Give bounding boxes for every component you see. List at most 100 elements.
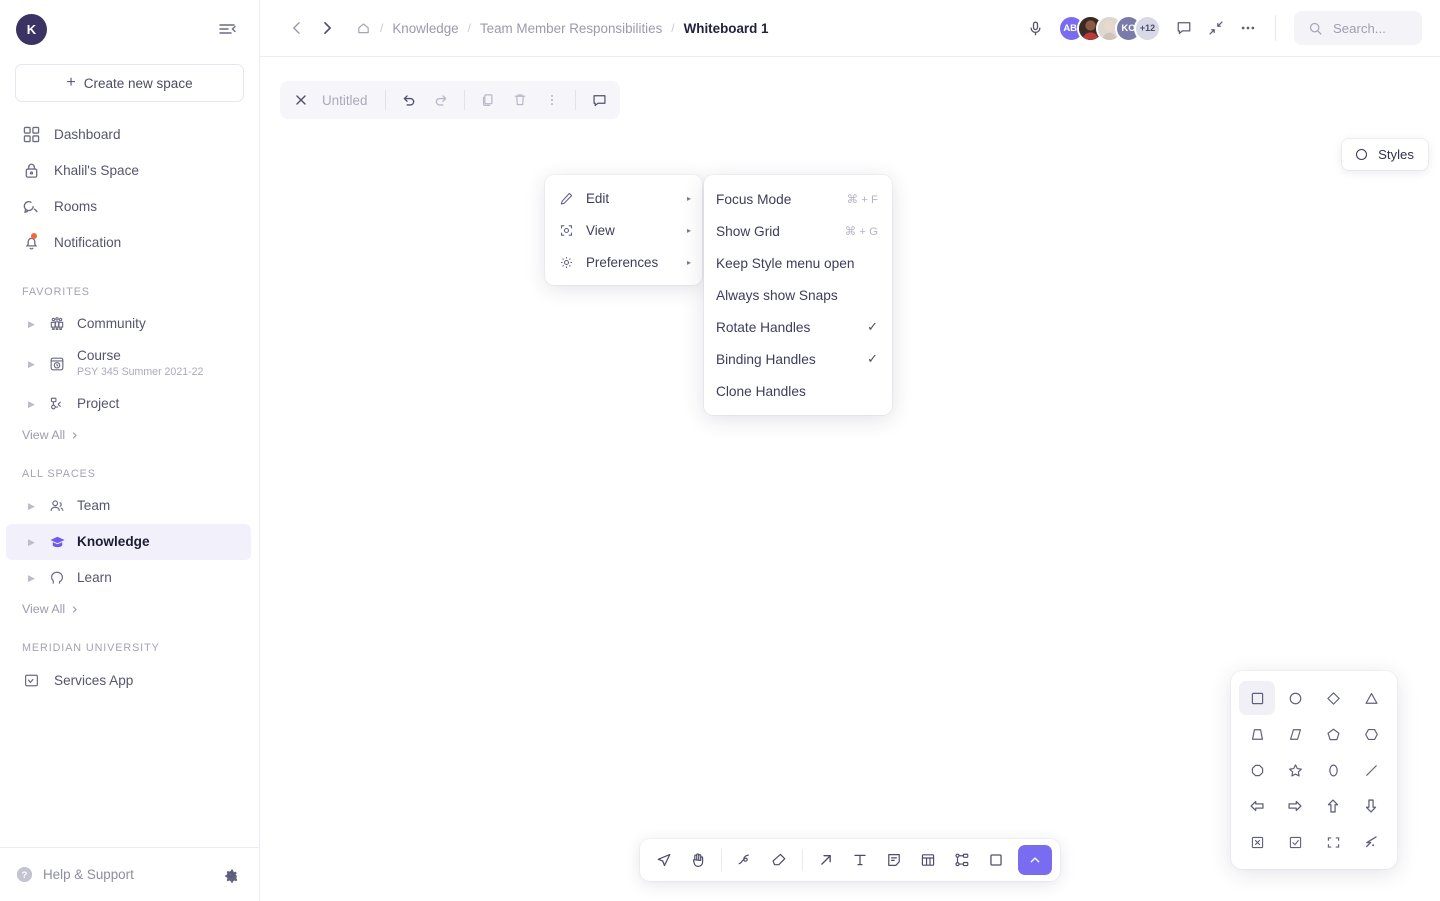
star-shape[interactable]: [1277, 753, 1313, 787]
preferences-submenu: Focus Mode ⌘ + F Show Grid ⌘ + G Keep St…: [704, 175, 892, 415]
triangle-shape[interactable]: [1353, 681, 1389, 715]
submenu-label: Binding Handles: [716, 351, 816, 367]
chevron-right-icon[interactable]: ▶: [28, 573, 37, 583]
sidebar-item-project[interactable]: ▶ Project: [6, 386, 251, 422]
styles-button[interactable]: Styles: [1342, 139, 1428, 170]
microphone-icon[interactable]: [1027, 20, 1044, 37]
dashed-frame-shape[interactable]: [1315, 825, 1351, 859]
diamond-shape[interactable]: [1315, 681, 1351, 715]
more-vertical-icon[interactable]: [537, 85, 567, 115]
x-box-shape[interactable]: [1239, 825, 1275, 859]
copy-icon[interactable]: [473, 85, 503, 115]
hand-tool[interactable]: [682, 844, 714, 876]
collapse-sidebar-icon[interactable]: [217, 19, 237, 39]
undo-icon[interactable]: [394, 85, 424, 115]
submenu-item-always-show-snaps[interactable]: Always show Snaps: [704, 279, 892, 311]
chevron-right-icon: ▸: [686, 257, 691, 267]
sidebar-item-learn[interactable]: ▶ Learn: [6, 560, 251, 596]
octagon-shape[interactable]: [1239, 753, 1275, 787]
rhombus-shape[interactable]: [1277, 717, 1313, 751]
collaborator-avatars[interactable]: ABI KO +12: [1058, 14, 1161, 42]
favorites-view-all-link[interactable]: View All: [0, 422, 259, 442]
more-horizontal-icon[interactable]: [1239, 19, 1257, 37]
sidebar-item-team[interactable]: ▶ Team: [6, 488, 251, 524]
collapse-arrows-icon[interactable]: [1207, 19, 1225, 37]
bottom-toolbar: [640, 839, 1060, 881]
oval-shape[interactable]: [1315, 753, 1351, 787]
draw-tool[interactable]: [729, 844, 761, 876]
chevron-right-icon[interactable]: ▶: [28, 319, 37, 329]
comment-icon[interactable]: [1175, 19, 1193, 37]
shape-tool[interactable]: [980, 844, 1012, 876]
notification-badge-dot: [31, 233, 37, 239]
select-tool[interactable]: [648, 844, 680, 876]
sidebar-item-services-app[interactable]: Services App: [0, 662, 259, 698]
breadcrumb-item-knowledge[interactable]: Knowledge: [392, 21, 458, 36]
submenu-item-rotate-handles[interactable]: Rotate Handles ✓: [704, 311, 892, 343]
arrow-left-shape[interactable]: [1239, 789, 1275, 823]
trash-icon[interactable]: [505, 85, 535, 115]
text-tool[interactable]: [844, 844, 876, 876]
arrow-tool[interactable]: [810, 844, 842, 876]
whiteboard-toolbar: Untitled: [280, 81, 621, 119]
home-icon[interactable]: [356, 21, 371, 36]
grid-icon: [22, 125, 41, 144]
circle-shape[interactable]: [1277, 681, 1313, 715]
chevron-right-icon[interactable]: ▶: [28, 537, 37, 547]
search-input[interactable]: Search...: [1294, 11, 1422, 45]
breadcrumb-item-team-member-responsibilities[interactable]: Team Member Responsibilities: [480, 21, 662, 36]
hexagon-shape[interactable]: [1353, 717, 1389, 751]
context-menu-item-edit[interactable]: Edit ▸: [545, 182, 702, 214]
sidebar-item-notification[interactable]: Notification: [0, 224, 259, 260]
context-menu-item-preferences[interactable]: Preferences ▸: [545, 246, 702, 278]
avatar[interactable]: K: [16, 13, 47, 45]
sidebar-item-community[interactable]: ▶ Community: [6, 306, 251, 342]
chevron-right-icon[interactable]: ▶: [28, 359, 37, 369]
sidebar-footer: ? Help & Support: [0, 847, 259, 901]
sidebar-item-rooms[interactable]: Rooms: [0, 188, 259, 224]
submenu-item-focus-mode[interactable]: Focus Mode ⌘ + F: [704, 183, 892, 215]
note-tool[interactable]: [878, 844, 910, 876]
breadcrumb-separator: /: [380, 21, 384, 35]
submenu-item-clone-handles[interactable]: Clone Handles: [704, 375, 892, 407]
mindmap-tool[interactable]: [946, 844, 978, 876]
header-divider: [1275, 15, 1276, 41]
avatar-overflow-count[interactable]: +12: [1134, 14, 1161, 42]
sidebar-item-knowledge[interactable]: ▶ Knowledge: [6, 524, 251, 560]
back-button[interactable]: [282, 13, 312, 43]
arrow-down-shape[interactable]: [1353, 789, 1389, 823]
arrow-right-shape[interactable]: [1277, 789, 1313, 823]
trapezoid-shape[interactable]: [1239, 717, 1275, 751]
chevron-right-icon[interactable]: ▶: [28, 501, 37, 511]
forward-button[interactable]: [312, 13, 342, 43]
comment-icon[interactable]: [584, 85, 614, 115]
submenu-item-keep-style-menu-open[interactable]: Keep Style menu open: [704, 247, 892, 279]
favorites-section-label: FAVORITES: [22, 286, 90, 298]
arrow-up-shape[interactable]: [1315, 789, 1351, 823]
whiteboard-title-input[interactable]: Untitled: [318, 93, 377, 108]
submenu-item-show-grid[interactable]: Show Grid ⌘ + G: [704, 215, 892, 247]
submenu-label: Rotate Handles: [716, 319, 811, 335]
close-icon[interactable]: [286, 85, 316, 115]
redo-icon[interactable]: [426, 85, 456, 115]
lightning-shape[interactable]: [1353, 825, 1389, 859]
all-spaces-view-all-link[interactable]: View All: [0, 596, 259, 616]
check-box-shape[interactable]: [1277, 825, 1313, 859]
expand-shapes-button[interactable]: [1018, 845, 1052, 875]
sidebar-item-dashboard[interactable]: Dashboard: [0, 116, 259, 152]
keyboard-shortcut: ⌘ + F: [846, 194, 878, 206]
gear-icon[interactable]: [222, 866, 239, 883]
sidebar-item-course[interactable]: ▶ Course PSY 345 Summer 2021-22: [6, 342, 251, 386]
pentagon-shape[interactable]: [1315, 717, 1351, 751]
submenu-item-binding-handles[interactable]: Binding Handles ✓: [704, 343, 892, 375]
whiteboard-canvas[interactable]: Untitled Edit ▸ View ▸ Preferences ▸ Foc…: [260, 57, 1440, 901]
help-and-support-button[interactable]: ? Help & Support: [16, 866, 134, 883]
table-tool[interactable]: [912, 844, 944, 876]
context-menu-item-view[interactable]: View ▸: [545, 214, 702, 246]
chevron-right-icon[interactable]: ▶: [28, 399, 37, 409]
line-shape[interactable]: [1353, 753, 1389, 787]
square-shape[interactable]: [1239, 681, 1275, 715]
sidebar-item-khalils-space[interactable]: Khalil's Space: [0, 152, 259, 188]
eraser-tool[interactable]: [763, 844, 795, 876]
create-new-space-button[interactable]: + Create new space: [15, 64, 244, 102]
